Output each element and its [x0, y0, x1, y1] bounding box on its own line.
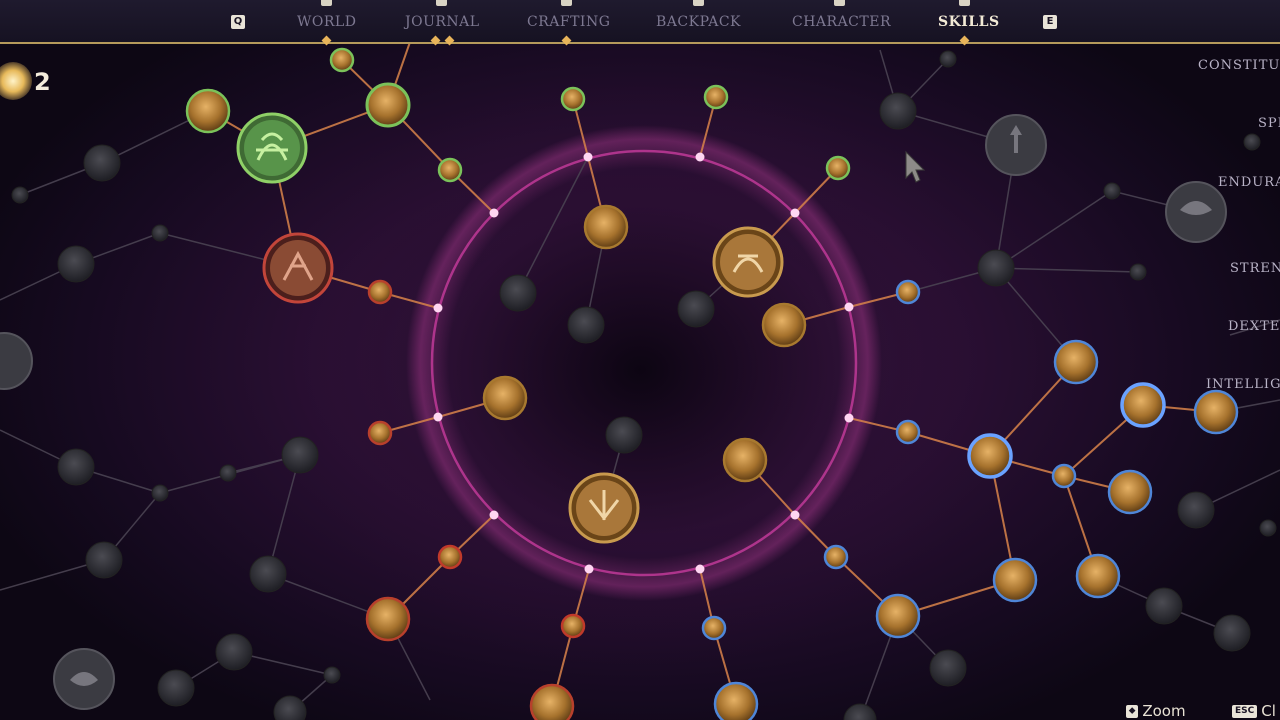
world-notification-gem — [321, 35, 332, 46]
skill-points-counter: 2 — [0, 62, 60, 104]
next-tab-key[interactable]: E — [1043, 15, 1057, 29]
attr-spe[interactable]: SPE — [1258, 116, 1280, 131]
attr-endurance[interactable]: ENDURAN — [1218, 175, 1280, 190]
attr-strength[interactable]: STRENG — [1230, 261, 1280, 276]
sun-icon — [0, 62, 32, 100]
attr-dexterity[interactable]: DEXTER — [1228, 319, 1280, 334]
tab-world[interactable]: WORLD — [297, 14, 356, 32]
esc-key: ESC — [1232, 705, 1258, 718]
crafting-notification-gem — [561, 35, 572, 46]
tab-skills[interactable]: SKILLS — [938, 14, 1000, 32]
journal-notification-gem — [430, 35, 441, 46]
crafting-key-hint — [561, 0, 572, 6]
cursor-icon — [905, 150, 926, 183]
journal-notification-gem-2 — [444, 35, 455, 46]
tab-crafting[interactable]: CRAFTING — [527, 14, 610, 32]
tab-backpack[interactable]: BACKPACK — [656, 14, 741, 32]
tab-character[interactable]: CHARACTER — [792, 14, 891, 32]
skill-tree[interactable] — [0, 0, 1280, 720]
close-hint[interactable]: ESC Cl — [1232, 702, 1280, 720]
prev-tab-key[interactable]: Q — [231, 15, 245, 29]
close-label: Cl — [1261, 702, 1276, 720]
backpack-key-hint — [693, 0, 704, 6]
character-key-hint — [834, 0, 845, 6]
attr-constitution[interactable]: CONSTITUT — [1198, 58, 1280, 73]
skills-key-hint — [959, 0, 970, 6]
mouse-wheel-icon: ⬥ — [1126, 705, 1139, 718]
journal-key-hint — [436, 0, 447, 6]
zoom-hint[interactable]: ⬥ Zoom — [1126, 702, 1210, 720]
top-nav-bar: Q E WORLD JOURNAL CRAFTING BACKPACK CHAR… — [0, 0, 1280, 46]
skills-active-gem — [959, 35, 970, 46]
world-key-hint — [321, 0, 332, 6]
attr-intelligence[interactable]: INTELLIGEN — [1206, 377, 1280, 392]
tab-journal[interactable]: JOURNAL — [405, 14, 480, 32]
zoom-label: Zoom — [1142, 702, 1186, 720]
skill-points-value: 2 — [34, 68, 51, 96]
